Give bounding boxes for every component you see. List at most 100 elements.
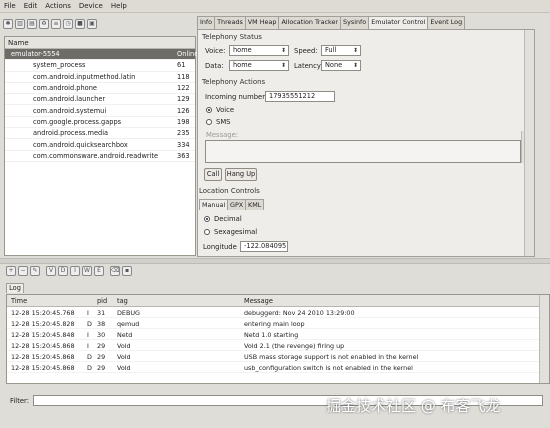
warn-level-icon[interactable]: W <box>82 266 92 276</box>
log-message: Vold 2.1 (the revenge) firing up <box>244 342 345 350</box>
menu-help[interactable]: Help <box>111 2 127 10</box>
tab-emulator-control[interactable]: Emulator Control <box>368 16 429 29</box>
devices-panel: Name emulator-5554 Online system_process… <box>4 36 198 256</box>
delete-filter-icon[interactable]: − <box>18 266 28 276</box>
speed-select[interactable]: Full <box>321 45 361 56</box>
tab-vm-heap[interactable]: VM Heap <box>244 16 280 29</box>
process-row[interactable]: com.android.inputmethod.latin 118 <box>5 72 195 83</box>
info-level-icon[interactable]: I <box>70 266 80 276</box>
clear-log-icon[interactable]: ⌫ <box>110 266 120 276</box>
log-tag: Vold <box>117 342 131 350</box>
process-row[interactable]: com.android.systemui 126 <box>5 105 195 117</box>
cause-gc-icon[interactable]: ♻ <box>39 19 49 29</box>
sexagesimal-radio-label: Sexagesimal <box>214 228 258 236</box>
longitude-label: Longitude <box>203 243 237 251</box>
update-heap-icon[interactable]: ▥ <box>15 19 25 29</box>
log-row[interactable]: 12-28 15:20:45.828 D 38 qemud entering main … <box>7 318 549 329</box>
process-name: com.android.systemui <box>33 106 107 115</box>
debug-icon[interactable]: ✱ <box>3 19 13 29</box>
tab-threads[interactable]: Threads <box>214 16 246 29</box>
tab-sysinfo[interactable]: Sysinfo <box>340 16 370 29</box>
edit-filter-icon[interactable]: ✎ <box>30 266 40 276</box>
tab-kml[interactable]: KML <box>245 199 265 210</box>
incoming-number-input[interactable]: 17935551212 <box>265 91 335 102</box>
stop-process-icon[interactable]: ■ <box>75 19 85 29</box>
menu-bar: File Edit Actions Device Help <box>0 0 550 13</box>
log-tag: Vold <box>117 353 131 361</box>
decimal-radio[interactable] <box>204 216 210 222</box>
save-log-icon[interactable]: ▪ <box>122 266 132 276</box>
tab-log[interactable]: Log <box>6 283 24 293</box>
log-row[interactable]: 12-28 15:20:45.868 D 29 Vold usb_configurati… <box>7 362 549 373</box>
process-row[interactable]: com.android.phone 122 <box>5 83 195 95</box>
process-port: 129 <box>177 95 190 104</box>
tab-info[interactable]: Info <box>197 16 216 29</box>
process-row[interactable]: com.commonsware.android.readwrite 363 <box>5 151 195 162</box>
process-list: system_process 61 com.android.inputmethod.… <box>5 60 195 162</box>
log-row[interactable]: 12-28 15:20:45.868 D 29 Vold USB mass storag… <box>7 351 549 362</box>
dump-hprof-icon[interactable]: ▤ <box>27 19 37 29</box>
process-port: 122 <box>177 84 190 93</box>
log-pid: 31 <box>97 309 106 317</box>
debug-level-icon[interactable]: D <box>58 266 68 276</box>
process-row[interactable]: system_process 61 <box>5 60 195 72</box>
device-row-emulator[interactable]: emulator-5554 Online <box>5 49 198 61</box>
sexagesimal-radio[interactable] <box>204 229 210 235</box>
process-port: 198 <box>177 117 190 126</box>
location-controls-title: Location Controls <box>199 187 260 195</box>
log-message: debuggerd: Nov 24 2010 13:29:00 <box>244 309 355 317</box>
log-pid: 29 <box>97 364 106 372</box>
view-tabs: Info Threads VM Heap Allocation Tracker … <box>197 16 550 29</box>
sms-radio[interactable] <box>206 119 212 125</box>
tab-gpx[interactable]: GPX <box>227 199 247 210</box>
process-port: 363 <box>177 151 190 160</box>
device-name: emulator-5554 <box>11 50 60 59</box>
tab-event-log[interactable]: Event Log <box>427 16 466 29</box>
device-toolbar: ✱ ▥ ▤ ♻ ≡ ◷ ■ ▣ <box>0 13 197 35</box>
voice-label: Voice: <box>205 47 226 55</box>
process-row[interactable]: com.android.launcher 129 <box>5 94 195 106</box>
log-level: I <box>87 342 89 350</box>
voice-radio[interactable] <box>206 107 212 113</box>
log-tag: Vold <box>117 364 131 372</box>
menu-edit[interactable]: Edit <box>24 2 38 10</box>
latency-select[interactable]: None <box>321 60 361 71</box>
message-input[interactable] <box>205 140 521 163</box>
menu-actions[interactable]: Actions <box>45 2 71 10</box>
voice-select[interactable]: home <box>229 45 289 56</box>
log-scrollbar[interactable] <box>539 295 549 383</box>
screen-capture-icon[interactable]: ▣ <box>87 19 97 29</box>
log-col-pid: pid <box>97 297 108 305</box>
verbose-icon[interactable]: V <box>46 266 56 276</box>
menu-file[interactable]: File <box>4 2 16 10</box>
tab-manual[interactable]: Manual <box>199 199 229 210</box>
update-threads-icon[interactable]: ≡ <box>51 19 61 29</box>
process-row[interactable]: com.google.process.gapps 198 <box>5 117 195 129</box>
watermark: 掘金技术社区 @ 布客飞龙 <box>326 397 501 415</box>
devices-header: Name <box>5 37 195 49</box>
log-tag: qemud <box>117 320 140 328</box>
incoming-number-label: Incoming number: <box>205 93 268 101</box>
log-level: D <box>87 353 92 361</box>
menu-device[interactable]: Device <box>79 2 103 10</box>
call-button[interactable]: Call <box>204 168 222 181</box>
log-message: Netd 1.0 starting <box>244 331 299 339</box>
error-level-icon[interactable]: E <box>94 266 104 276</box>
add-filter-icon[interactable]: + <box>6 266 16 276</box>
data-select[interactable]: home <box>229 60 289 71</box>
process-row[interactable]: com.android.quicksearchbox 334 <box>5 139 195 151</box>
start-method-profiling-icon[interactable]: ◷ <box>63 19 73 29</box>
log-col-tag: tag <box>117 297 128 305</box>
log-row[interactable]: 12-28 15:20:45.848 I 30 Netd Netd 1.0 starti… <box>7 329 549 340</box>
tab-allocation-tracker[interactable]: Allocation Tracker <box>278 16 342 29</box>
longitude-input[interactable]: -122.084095 <box>240 241 288 252</box>
hang-up-button[interactable]: Hang Up <box>225 168 257 181</box>
log-level: D <box>87 320 92 328</box>
telephony-status-title: Telephony Status <box>202 33 262 41</box>
log-row[interactable]: 12-28 15:20:45.768 I 31 DEBUG debuggerd: Nov… <box>7 307 549 318</box>
voice-radio-label: Voice <box>216 106 235 114</box>
log-pid: 29 <box>97 353 106 361</box>
process-row[interactable]: android.process.media 235 <box>5 128 195 140</box>
sms-radio-label: SMS <box>216 118 231 126</box>
log-row[interactable]: 12-28 15:20:45.868 I 29 Vold Vold 2.1 (the r… <box>7 340 549 351</box>
